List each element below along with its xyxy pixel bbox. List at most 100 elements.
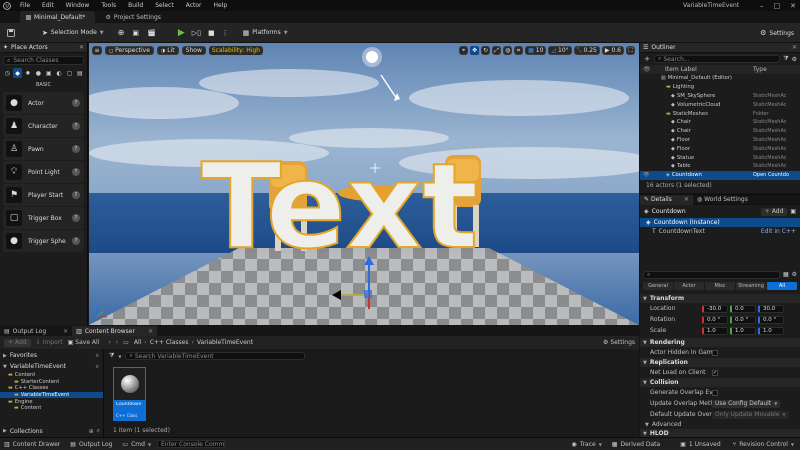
collision-section-header[interactable]: ▼ Collision xyxy=(640,378,800,387)
place-actor-item[interactable]: ▢ Trigger Box? xyxy=(3,207,84,229)
filter-tab-all[interactable]: All xyxy=(767,282,797,290)
recent-icon[interactable]: ◷ xyxy=(3,68,11,78)
outliner-row[interactable]: 👁︎ ◈ Countdown Open Countdo xyxy=(640,170,800,180)
rotation-y-input[interactable]: 0.0 ° xyxy=(730,315,756,324)
menu-help[interactable]: Help xyxy=(208,2,234,9)
settings-button[interactable]: ⚙ Settings xyxy=(760,29,794,37)
scale-z-input[interactable]: 1.0 xyxy=(758,326,784,335)
update-overlap-select[interactable]: Use Config Default ▼ xyxy=(712,399,781,408)
visibility-toggle-icon[interactable]: 👁︎ xyxy=(643,172,653,178)
save-icon[interactable] xyxy=(6,28,16,38)
project-settings-tab[interactable]: ⚙ Project Settings xyxy=(105,14,160,21)
property-matrix-icon[interactable]: ▦ xyxy=(783,271,789,278)
place-actor-item[interactable]: ● Actor? xyxy=(3,92,84,114)
show-button[interactable]: Show xyxy=(181,46,206,55)
close-icon[interactable]: ✕ xyxy=(790,2,796,10)
info-icon[interactable]: ? xyxy=(72,168,80,176)
scale-x-input[interactable]: 1.0 xyxy=(702,326,728,335)
folder-tree-item[interactable]: ▬ Content xyxy=(0,372,103,379)
menu-edit[interactable]: Edit xyxy=(36,2,60,9)
actor-name-field[interactable]: Countdown xyxy=(652,208,758,215)
gear-icon[interactable]: ⚙ xyxy=(792,56,797,63)
place-actor-item[interactable]: ♙ Pawn? xyxy=(3,138,84,160)
all-classes-icon[interactable]: ▤ xyxy=(76,68,84,78)
step-icon[interactable]: ▷▯ xyxy=(192,29,201,37)
add-collection-icon[interactable]: ⊕ xyxy=(89,428,94,435)
add-button[interactable]: + Add xyxy=(4,338,31,347)
add-filter-icon[interactable]: + xyxy=(643,55,651,63)
rotation-z-input[interactable]: 0.0 ° xyxy=(758,315,784,324)
outliner-row[interactable]: ◆ SM_SkySphere StaticMeshAc xyxy=(640,92,800,101)
menu-window[interactable]: Window xyxy=(60,2,96,9)
item-label-header[interactable]: Item Label xyxy=(653,66,753,73)
surface-snap-icon[interactable]: ⌗ xyxy=(514,46,524,55)
place-actor-item[interactable]: 💡︎ Point Light? xyxy=(3,161,84,183)
rendering-section-header[interactable]: ▼ Rendering xyxy=(640,338,800,347)
cinematics-icon[interactable]: 🎬︎ xyxy=(147,29,156,37)
content-browser-tab[interactable]: ▥ Content Browser ✕ xyxy=(72,326,157,336)
level-viewport[interactable]: Text ≡ ◻ Perspective ◑ Lit Show Scalabil… xyxy=(89,43,639,325)
place-actor-item[interactable]: ⚑ Player Start? xyxy=(3,184,84,206)
close-tab-icon[interactable]: ✕ xyxy=(79,44,84,51)
filter-tab-misc[interactable]: Misc xyxy=(705,282,735,290)
select-mode-icon[interactable]: ⌖ xyxy=(459,46,469,55)
outliner-search-input[interactable]: ⌕ Search... xyxy=(654,55,781,63)
countdown-text-3d[interactable]: Text xyxy=(200,136,479,276)
camera-speed-button[interactable]: ▶ 0.6 xyxy=(601,46,624,55)
close-tab-icon[interactable]: ✕ xyxy=(148,328,153,335)
scale-y-input[interactable]: 1.0 xyxy=(730,326,756,335)
rotate-mode-icon[interactable]: ↻ xyxy=(481,46,491,55)
grid-snap-button[interactable]: ▦ 10 xyxy=(525,46,547,55)
selection-mode-button[interactable]: ➤ Selection Mode ▼ xyxy=(42,29,104,37)
folder-tree-item[interactable]: ▬ VariableTimeEvent xyxy=(0,391,103,399)
info-icon[interactable]: ? xyxy=(72,191,80,199)
menu-tools[interactable]: Tools xyxy=(95,2,122,9)
location-y-input[interactable]: 0.0 xyxy=(730,304,756,313)
blueprint-icon[interactable]: ▣ xyxy=(790,208,796,215)
translate-mode-icon[interactable]: ✥ xyxy=(470,46,480,55)
outliner-row[interactable]: ◆ Chair StaticMeshAc xyxy=(640,127,800,136)
details-tab[interactable]: ✎ Details ✕ xyxy=(640,194,693,205)
default-update-select[interactable]: Only Update Movable ▼ xyxy=(712,410,789,419)
content-browser-settings[interactable]: ⚙ Settings xyxy=(603,339,635,346)
content-drawer-button[interactable]: ▥ Content Drawer xyxy=(0,441,60,448)
info-icon[interactable]: ? xyxy=(72,99,80,107)
place-actors-tab[interactable]: ✦ Place Actors ✕ xyxy=(0,43,87,53)
outliner-row[interactable]: ▬ StaticMeshes Folder xyxy=(640,109,800,118)
breadcrumb-item[interactable]: C++ Classes xyxy=(150,339,189,346)
viewport-options-icon[interactable]: ≡ xyxy=(92,46,102,55)
type-header[interactable]: Type xyxy=(753,66,767,73)
gear-icon[interactable]: ⚙ xyxy=(792,271,797,278)
component-row[interactable]: T CountdownText Edit in C++ xyxy=(640,227,800,236)
volumes-icon[interactable]: ▢ xyxy=(65,68,73,78)
search-icon[interactable]: ⌕ xyxy=(97,427,100,435)
details-search-input[interactable]: ⌕ xyxy=(643,270,780,279)
info-icon[interactable]: ? xyxy=(72,237,80,245)
close-tab-icon[interactable]: ✕ xyxy=(63,328,68,335)
output-log-button[interactable]: ▤ Output Log xyxy=(70,441,112,448)
stop-icon[interactable]: ■ xyxy=(208,29,215,37)
maximize-icon[interactable]: □ xyxy=(774,2,781,10)
edit-in-cpp-link[interactable]: Edit in C++ xyxy=(761,228,796,235)
close-tab-icon[interactable]: ✕ xyxy=(792,44,797,51)
close-tab-icon[interactable]: ✕ xyxy=(684,196,689,203)
filter-tab-actor[interactable]: Actor xyxy=(674,282,704,290)
breadcrumb-item[interactable]: VariableTimeEvent xyxy=(197,339,253,346)
cmd-selector[interactable]: ▭ Cmd ▼ xyxy=(122,441,151,448)
place-actors-search[interactable]: ⌕ Search Classes xyxy=(3,56,84,65)
back-icon[interactable]: ‹ xyxy=(108,339,110,346)
asset-search-input[interactable]: ⌕ Search VariableTimeEvent xyxy=(125,352,306,360)
replication-section-header[interactable]: ▼ Replication xyxy=(640,358,800,367)
lights-icon[interactable]: ✹ xyxy=(24,68,32,78)
filter-icon[interactable]: ⧩ xyxy=(109,352,114,360)
rotation-x-input[interactable]: 0.0 ° xyxy=(702,315,728,324)
info-icon[interactable]: ? xyxy=(72,145,80,153)
scalability-badge[interactable]: Scalability: High xyxy=(208,46,263,55)
collections-header[interactable]: ▶ Collections ⊕ ⌕ xyxy=(0,426,104,436)
actor-hidden-checkbox[interactable] xyxy=(712,349,718,356)
info-icon[interactable]: ? xyxy=(72,122,80,130)
console-input[interactable]: Enter Console Command xyxy=(157,440,226,448)
scale-mode-icon[interactable]: ⤢ xyxy=(492,46,502,55)
minimize-icon[interactable]: – xyxy=(760,2,764,10)
world-local-icon[interactable]: ◍ xyxy=(503,46,513,55)
